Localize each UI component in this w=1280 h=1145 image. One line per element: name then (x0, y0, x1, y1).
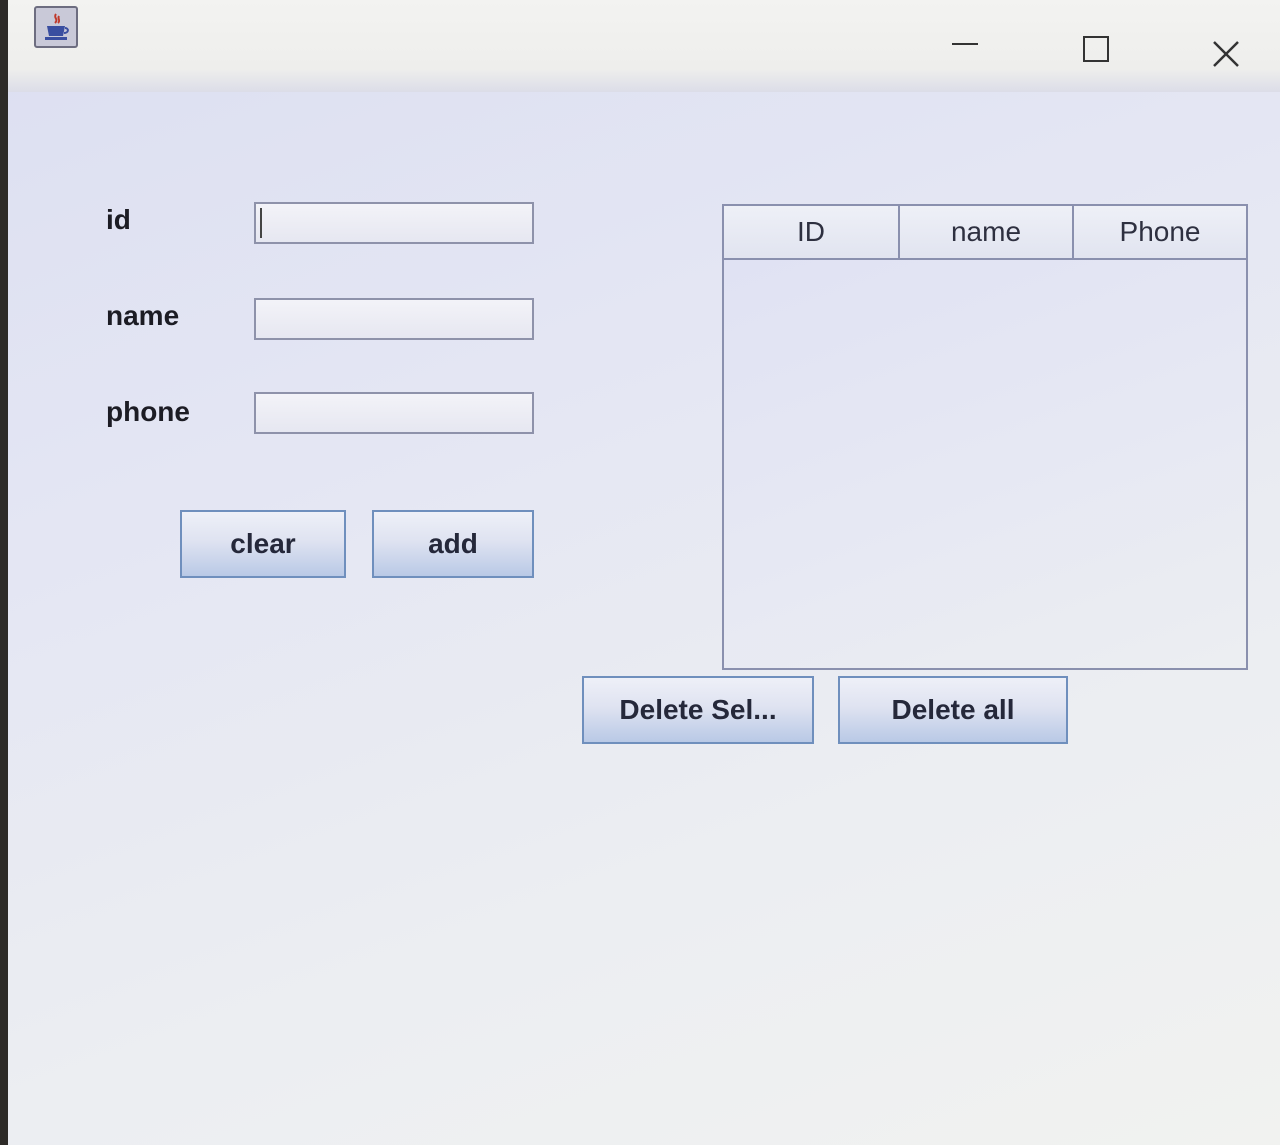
app-window: id name phone clear add ID name Phone De… (8, 0, 1280, 1145)
delete-all-button[interactable]: Delete all (838, 676, 1068, 744)
phone-field[interactable] (254, 392, 534, 434)
clear-button[interactable]: clear (180, 510, 346, 578)
maximize-icon (1083, 36, 1109, 62)
column-header-name[interactable]: name (900, 206, 1074, 258)
minimize-button[interactable] (934, 20, 994, 76)
add-button[interactable]: add (372, 510, 534, 578)
title-bar (8, 0, 1280, 92)
column-header-id[interactable]: ID (724, 206, 900, 258)
table-header: ID name Phone (724, 206, 1246, 260)
java-coffee-cup-icon[interactable] (34, 6, 78, 48)
minimize-icon (952, 43, 978, 45)
id-label: id (106, 204, 131, 235)
contacts-table[interactable]: ID name Phone (722, 204, 1248, 670)
delete-selected-button[interactable]: Delete Sel... (582, 676, 814, 744)
id-field[interactable] (254, 202, 534, 244)
column-header-phone[interactable]: Phone (1074, 206, 1246, 258)
name-field[interactable] (254, 298, 534, 340)
name-label: name (106, 300, 180, 331)
maximize-button[interactable] (1066, 20, 1126, 76)
phone-label: phone (106, 396, 190, 427)
close-icon (1213, 41, 1239, 67)
close-button[interactable] (1196, 20, 1256, 76)
